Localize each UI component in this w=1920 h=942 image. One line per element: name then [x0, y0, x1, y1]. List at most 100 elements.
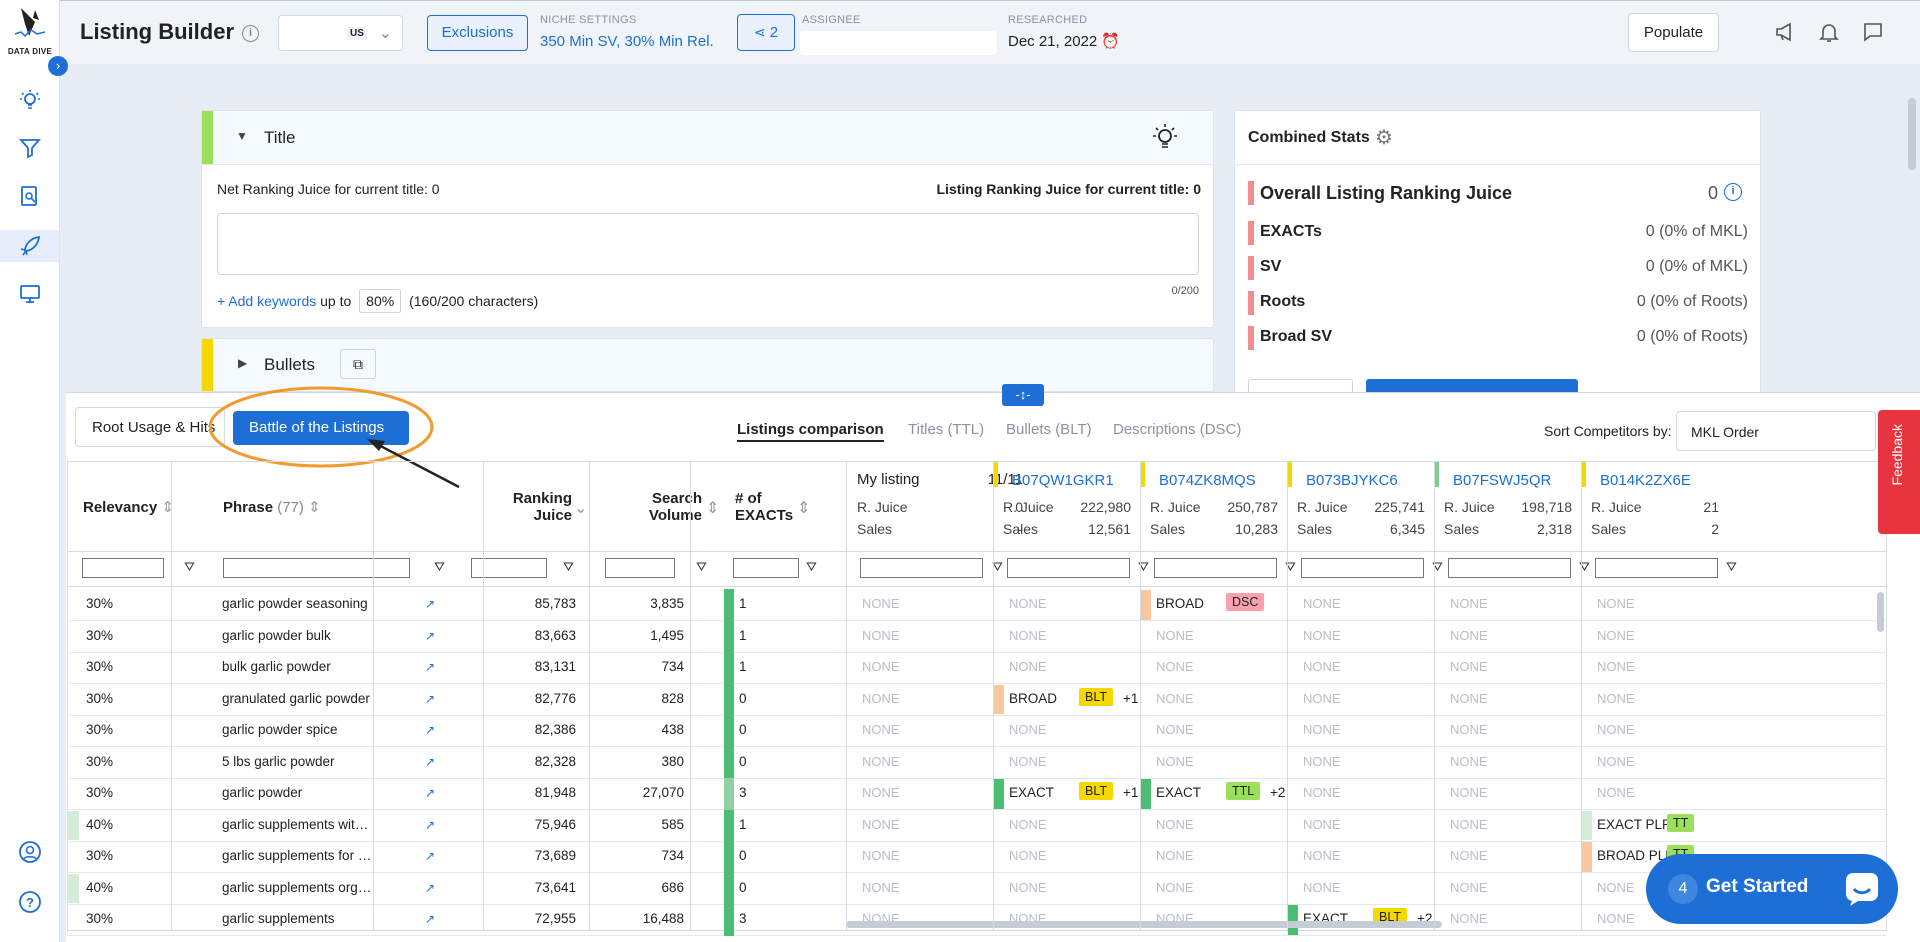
subtab-titles[interactable]: Titles (TTL): [908, 421, 984, 438]
subtab-listings-comparison[interactable]: Listings comparison: [737, 421, 884, 442]
phrase-text[interactable]: garlic supplements for bloo...: [222, 848, 372, 863]
info-icon[interactable]: i: [1724, 183, 1742, 201]
info-icon[interactable]: i: [242, 25, 259, 42]
filter-funnel-icon[interactable]: ⛛: [1726, 559, 1737, 575]
subtab-bullets[interactable]: Bullets (BLT): [1006, 421, 1092, 438]
niche-settings-value[interactable]: 350 Min SV, 30% Min Rel.: [540, 33, 714, 50]
filter-input[interactable]: [860, 558, 983, 578]
phrase-text[interactable]: bulk garlic powder: [222, 659, 372, 674]
external-link-icon[interactable]: ↗: [425, 723, 435, 737]
filter-input[interactable]: [1595, 558, 1718, 578]
share-button[interactable]: ⋖ 2: [737, 14, 795, 51]
phrase-text[interactable]: garlic powder: [222, 785, 372, 800]
external-link-icon[interactable]: ↗: [425, 660, 435, 674]
exacts-value: 3: [739, 785, 747, 800]
external-link-icon[interactable]: ↗: [425, 849, 435, 863]
data-dive-logo[interactable]: DATA DIVE: [4, 6, 56, 58]
external-link-icon[interactable]: ↗: [425, 629, 435, 643]
competitor-asin-link[interactable]: B07FSWJ5QR: [1453, 472, 1551, 489]
feedback-button[interactable]: Feedback: [1878, 410, 1920, 534]
external-link-icon[interactable]: ↗: [425, 786, 435, 800]
add-keywords-link[interactable]: + Add keywords: [217, 293, 316, 309]
lightbulb-icon[interactable]: [14, 84, 46, 116]
user-account-icon[interactable]: [14, 836, 46, 868]
competitor-asin-link[interactable]: B073BJYKC6: [1306, 472, 1398, 489]
assignee-input[interactable]: [800, 31, 997, 55]
competitor-asin-link[interactable]: B014K2ZX6E: [1600, 472, 1691, 489]
expand-sidebar-icon[interactable]: ›: [48, 56, 68, 76]
lightbulb-suggestion-icon[interactable]: [1152, 123, 1178, 156]
filter-input[interactable]: [1448, 558, 1571, 578]
phrase-text[interactable]: 5 lbs garlic powder: [222, 754, 372, 769]
filter-funnel-icon[interactable]: ⛛: [696, 559, 707, 575]
tab-root-usage[interactable]: Root Usage & Hits: [75, 407, 225, 447]
phrase-text[interactable]: garlic supplements with allicin: [222, 817, 372, 832]
filter-input[interactable]: [1007, 558, 1130, 578]
bell-icon[interactable]: [1818, 21, 1840, 48]
external-link-icon[interactable]: ↗: [425, 597, 435, 611]
percent-input[interactable]: 80%: [359, 289, 402, 313]
rocket-icon[interactable]: [0, 230, 59, 262]
filter-input[interactable]: [223, 558, 410, 578]
title-textarea[interactable]: [217, 213, 1199, 275]
filter-input[interactable]: [1301, 558, 1424, 578]
filter-input[interactable]: [1154, 558, 1277, 578]
settings-gear-icon[interactable]: ⚙: [1375, 125, 1393, 150]
title-card: ▼ Title Net Ranking Juice for current ti…: [201, 110, 1214, 328]
sort-desc-icon[interactable]: ⌄: [574, 498, 587, 518]
filter-funnel-icon[interactable]: ⛛: [184, 559, 195, 575]
help-icon[interactable]: ?: [14, 886, 46, 918]
phrase-text[interactable]: garlic powder seasoning: [222, 596, 372, 611]
external-link-icon[interactable]: ↗: [425, 692, 435, 706]
col-search-volume[interactable]: Search Volume: [632, 490, 702, 524]
phrase-text[interactable]: garlic supplements: [222, 911, 372, 926]
populate-button[interactable]: Populate: [1628, 13, 1719, 52]
external-link-icon[interactable]: ↗: [425, 818, 435, 832]
funnel-icon[interactable]: [14, 132, 46, 164]
filter-funnel-icon[interactable]: ⛛: [563, 559, 574, 575]
competitor-asin-link[interactable]: B074ZK8MQS: [1159, 472, 1256, 489]
ranking-juice-value: 82,386: [534, 722, 576, 737]
exclusions-button[interactable]: Exclusions: [427, 15, 528, 51]
external-link-icon[interactable]: ↗: [425, 881, 435, 895]
alarm-clock-icon[interactable]: ⏰: [1101, 33, 1120, 50]
col-relevancy[interactable]: Relevancy ⇕: [83, 498, 174, 516]
sort-icon[interactable]: ⇕: [706, 498, 719, 518]
exacts-bar: [724, 841, 734, 873]
filter-input[interactable]: [733, 558, 799, 578]
competitor-asin-link[interactable]: B07QW1GKR1: [1012, 472, 1114, 489]
sort-select[interactable]: MKL Order: [1676, 411, 1876, 451]
sort-icon[interactable]: ⇕: [797, 498, 810, 518]
caret-right-icon[interactable]: ▶: [238, 356, 247, 370]
col-exacts[interactable]: # of EXACTs: [735, 490, 793, 524]
subtab-descriptions[interactable]: Descriptions (DSC): [1113, 421, 1241, 438]
caret-down-icon[interactable]: ▼: [236, 129, 248, 143]
title-card-header[interactable]: ▼ Title: [202, 111, 1213, 165]
filter-funnel-icon[interactable]: ⛛: [434, 559, 445, 575]
chat-icon[interactable]: [1862, 21, 1884, 48]
document-search-icon[interactable]: [14, 180, 46, 212]
get-started-button[interactable]: 4 Get Started: [1646, 854, 1898, 924]
phrase-text[interactable]: garlic supplements organic: [222, 880, 372, 895]
resize-handle-icon[interactable]: -↕-: [1002, 384, 1044, 406]
exacts-value: 0: [739, 722, 747, 737]
ranking-juice-value: 82,328: [534, 753, 576, 769]
col-phrase[interactable]: Phrase (77) ⇕: [223, 498, 321, 516]
no-match-text: NONE: [862, 722, 900, 737]
external-link-icon[interactable]: ↗: [425, 755, 435, 769]
external-link-icon[interactable]: ↗: [425, 912, 435, 926]
filter-input[interactable]: [605, 558, 675, 578]
phrase-text[interactable]: garlic powder bulk: [222, 628, 372, 643]
table-horizontal-scrollbar[interactable]: [846, 921, 1442, 928]
marketplace-select[interactable]: US ⌄: [278, 15, 403, 51]
page-scrollbar[interactable]: [1908, 98, 1916, 170]
copy-icon[interactable]: ⧉: [340, 349, 376, 379]
filter-input[interactable]: [82, 558, 164, 578]
table-vertical-scrollbar[interactable]: [1877, 592, 1884, 632]
monitor-icon[interactable]: [14, 278, 46, 310]
phrase-text[interactable]: garlic powder spice: [222, 722, 372, 737]
col-ranking-juice[interactable]: Ranking Juice: [502, 490, 572, 524]
phrase-text[interactable]: granulated garlic powder: [222, 691, 372, 706]
filter-funnel-icon[interactable]: ⛛: [806, 559, 817, 575]
megaphone-icon[interactable]: [1774, 21, 1796, 48]
